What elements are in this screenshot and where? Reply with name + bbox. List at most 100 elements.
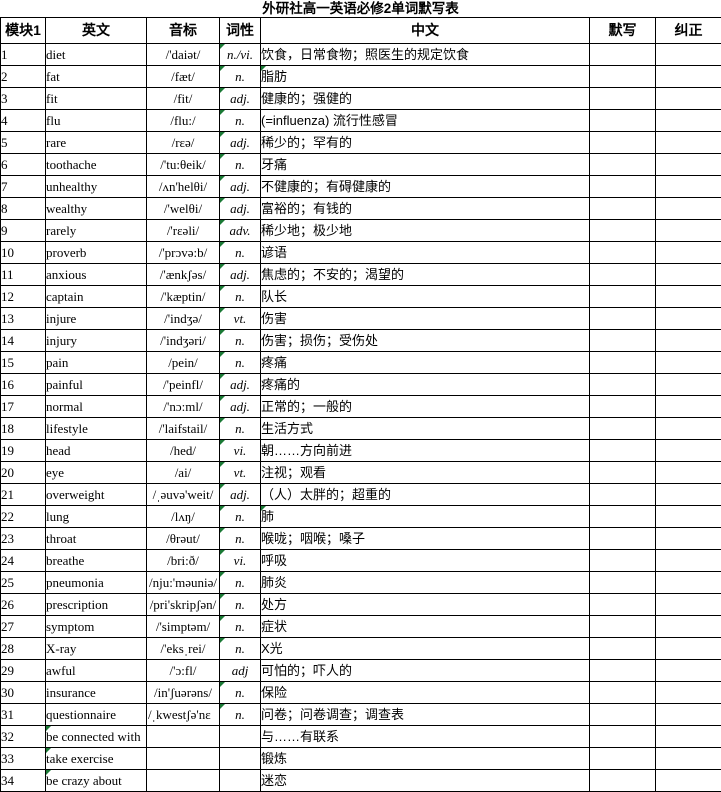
cell-index[interactable]: 28 [0, 637, 46, 660]
cell-phonetic[interactable]: /'ɔ:fl/ [146, 659, 220, 682]
cell-correction[interactable] [655, 747, 721, 770]
cell-correction[interactable] [655, 153, 721, 176]
cell-index[interactable]: 31 [0, 703, 46, 726]
cell-english[interactable]: injury [45, 329, 147, 352]
cell-phonetic[interactable]: /pri'skripʃən/ [146, 593, 220, 616]
cell-chinese[interactable]: 伤害；损伤；受伤处 [260, 329, 590, 352]
cell-phonetic[interactable]: /'indʒəri/ [146, 329, 220, 352]
cell-pos[interactable]: adj. [219, 483, 261, 506]
cell-correction[interactable] [655, 615, 721, 638]
cell-phonetic[interactable]: /ai/ [146, 461, 220, 484]
cell-phonetic[interactable] [146, 769, 220, 792]
cell-english[interactable]: lifestyle [45, 417, 147, 440]
cell-chinese[interactable]: 焦虑的；不安的；渴望的 [260, 263, 590, 286]
cell-english[interactable]: symptom [45, 615, 147, 638]
cell-dictation[interactable] [589, 197, 656, 220]
cell-pos[interactable]: vi. [219, 439, 261, 462]
cell-dictation[interactable] [589, 681, 656, 704]
cell-pos[interactable]: adj. [219, 373, 261, 396]
cell-index[interactable]: 6 [0, 153, 46, 176]
cell-dictation[interactable] [589, 329, 656, 352]
cell-dictation[interactable] [589, 43, 656, 66]
cell-index[interactable]: 19 [0, 439, 46, 462]
cell-english[interactable]: toothache [45, 153, 147, 176]
cell-index[interactable]: 1 [0, 43, 46, 66]
cell-pos[interactable]: adj [219, 659, 261, 682]
cell-index[interactable]: 22 [0, 505, 46, 528]
cell-index[interactable]: 14 [0, 329, 46, 352]
cell-chinese[interactable]: 肺炎 [260, 571, 590, 594]
cell-index[interactable]: 20 [0, 461, 46, 484]
cell-correction[interactable] [655, 703, 721, 726]
cell-phonetic[interactable]: /θrəut/ [146, 527, 220, 550]
cell-correction[interactable] [655, 417, 721, 440]
cell-pos[interactable]: n. [219, 527, 261, 550]
cell-pos[interactable]: vi. [219, 549, 261, 572]
cell-english[interactable]: fat [45, 65, 147, 88]
cell-chinese[interactable]: 迷恋 [260, 769, 590, 792]
cell-dictation[interactable] [589, 725, 656, 748]
cell-dictation[interactable] [589, 109, 656, 132]
cell-pos[interactable] [219, 769, 261, 792]
cell-dictation[interactable] [589, 703, 656, 726]
cell-pos[interactable]: n. [219, 637, 261, 660]
cell-phonetic[interactable]: /ʌn'helθi/ [146, 175, 220, 198]
cell-chinese[interactable]: 牙痛 [260, 153, 590, 176]
cell-index[interactable]: 30 [0, 681, 46, 704]
column-header-chinese[interactable]: 中文 [260, 17, 590, 44]
cell-correction[interactable] [655, 439, 721, 462]
cell-dictation[interactable] [589, 593, 656, 616]
cell-pos[interactable]: adj. [219, 87, 261, 110]
cell-phonetic[interactable]: /'simptəm/ [146, 615, 220, 638]
cell-chinese[interactable]: 喉咙；咽喉；嗓子 [260, 527, 590, 550]
cell-english[interactable]: be crazy about [45, 769, 147, 792]
cell-index[interactable]: 5 [0, 131, 46, 154]
column-header-pos[interactable]: 词性 [219, 17, 261, 44]
cell-chinese[interactable]: 稀少地；极少地 [260, 219, 590, 242]
cell-dictation[interactable] [589, 219, 656, 242]
cell-phonetic[interactable]: /nju:'məuniə/ [146, 571, 220, 594]
cell-dictation[interactable] [589, 439, 656, 462]
cell-pos[interactable]: adj. [219, 395, 261, 418]
cell-correction[interactable] [655, 549, 721, 572]
cell-index[interactable]: 18 [0, 417, 46, 440]
cell-dictation[interactable] [589, 483, 656, 506]
cell-phonetic[interactable]: /pein/ [146, 351, 220, 374]
cell-phonetic[interactable]: /'peinfl/ [146, 373, 220, 396]
cell-phonetic[interactable]: /ˌkwestʃə'nɛ [146, 703, 220, 726]
cell-phonetic[interactable]: /'prɔvə:b/ [146, 241, 220, 264]
cell-correction[interactable] [655, 307, 721, 330]
cell-chinese[interactable]: 不健康的；有碍健康的 [260, 175, 590, 198]
cell-pos[interactable]: n. [219, 153, 261, 176]
cell-index[interactable]: 32 [0, 725, 46, 748]
cell-english[interactable]: normal [45, 395, 147, 418]
cell-correction[interactable] [655, 43, 721, 66]
cell-english[interactable]: X-ray [45, 637, 147, 660]
cell-pos[interactable]: n. [219, 703, 261, 726]
cell-pos[interactable]: n. [219, 571, 261, 594]
cell-english[interactable]: eye [45, 461, 147, 484]
cell-pos[interactable]: n./vi. [219, 43, 261, 66]
cell-correction[interactable] [655, 395, 721, 418]
cell-chinese[interactable]: 脂肪 [260, 65, 590, 88]
cell-chinese[interactable]: 生活方式 [260, 417, 590, 440]
cell-phonetic[interactable]: /'rɛəli/ [146, 219, 220, 242]
cell-index[interactable]: 29 [0, 659, 46, 682]
cell-correction[interactable] [655, 263, 721, 286]
cell-phonetic[interactable]: /rɛə/ [146, 131, 220, 154]
cell-phonetic[interactable]: /fit/ [146, 87, 220, 110]
cell-pos[interactable]: n. [219, 329, 261, 352]
cell-correction[interactable] [655, 219, 721, 242]
cell-index[interactable]: 16 [0, 373, 46, 396]
cell-index[interactable]: 15 [0, 351, 46, 374]
cell-phonetic[interactable]: /'welθi/ [146, 197, 220, 220]
cell-pos[interactable]: vt. [219, 461, 261, 484]
cell-pos[interactable] [219, 725, 261, 748]
cell-index[interactable]: 34 [0, 769, 46, 792]
cell-index[interactable]: 4 [0, 109, 46, 132]
cell-phonetic[interactable]: /ˌəuvə'weit/ [146, 483, 220, 506]
cell-phonetic[interactable] [146, 747, 220, 770]
cell-pos[interactable]: n. [219, 593, 261, 616]
cell-pos[interactable] [219, 747, 261, 770]
cell-chinese[interactable]: 与……有联系 [260, 725, 590, 748]
